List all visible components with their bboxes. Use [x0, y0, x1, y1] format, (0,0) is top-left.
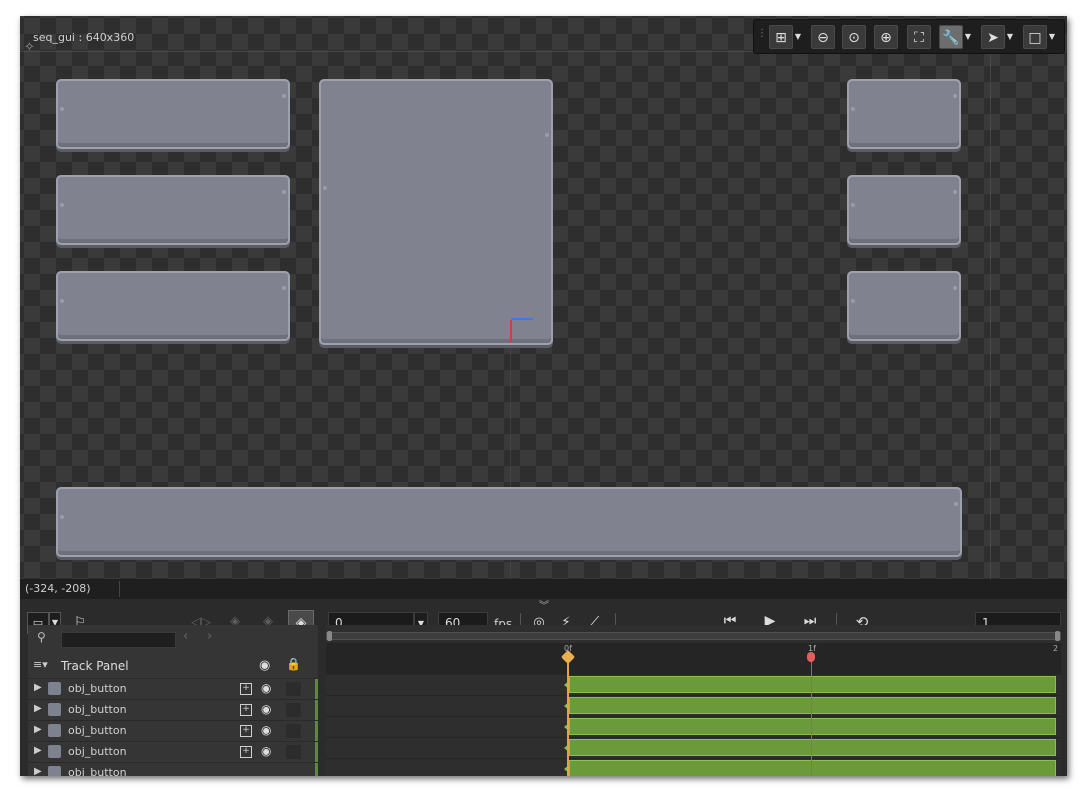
pointer-dropdown[interactable]: ▼ — [1005, 25, 1015, 49]
grid-icon[interactable]: ⊞ — [769, 25, 793, 49]
asset-clip[interactable] — [564, 676, 1056, 693]
sprite-thumbnail — [48, 703, 61, 716]
asset-clip[interactable] — [564, 697, 1056, 714]
timeline-row — [326, 674, 1061, 695]
track-row[interactable]: ▶ obj_button + ◉ — [28, 699, 318, 720]
track-color-bar — [315, 700, 318, 720]
gizmo-x-axis[interactable] — [511, 318, 533, 320]
gui-panel-wide[interactable] — [56, 487, 962, 557]
sprite-thumbnail — [48, 724, 61, 737]
timeline[interactable]: 0f 1f 2 — [326, 625, 1061, 776]
gui-panel-small[interactable] — [847, 79, 961, 149]
expand-arrow-icon[interactable]: ▶ — [34, 703, 42, 714]
track-row[interactable]: ▶ obj_button + ◉ — [28, 741, 318, 762]
expand-arrow-icon[interactable]: ▶ — [34, 682, 42, 693]
canvas-toolbar: ⋮ ⊞ ▼ ⊖ ⊙ ⊕ ⛶ 🔧 ▼ ➤ ▼ □ ▼ — [753, 19, 1065, 54]
track-color-bar — [315, 763, 318, 776]
gui-panel-tall[interactable] — [319, 79, 553, 345]
ide-window: ✧ seq_gui : 640x360 ⋮ ⊞ ▼ ⊖ ⊙ ⊕ ⛶ 🔧 ▼ ➤ … — [20, 16, 1067, 776]
track-row[interactable]: ▶ obj_button — [28, 762, 318, 776]
scroll-handle-left[interactable] — [327, 631, 332, 641]
fit-view-icon[interactable]: ⛶ — [907, 25, 931, 49]
track-name: obj_button — [68, 682, 127, 695]
track-row[interactable]: ▶ obj_button + ◉ — [28, 678, 318, 699]
track-visibility-icon[interactable]: ◉ — [261, 723, 271, 737]
track-lock-toggle[interactable] — [286, 724, 301, 738]
track-name: obj_button — [68, 745, 127, 758]
collapse-chevron-icon[interactable]: ︾ — [539, 597, 549, 612]
track-panel-header: ≡▾ Track Panel ◉ 🔒 — [28, 656, 318, 678]
track-visibility-icon[interactable]: ◉ — [261, 681, 271, 695]
expand-arrow-icon[interactable]: ▶ — [34, 766, 42, 776]
search-next-icon[interactable]: › — [207, 629, 212, 644]
wrench-dropdown[interactable]: ▼ — [963, 25, 973, 49]
track-lock-toggle[interactable] — [286, 745, 301, 759]
track-color-bar — [315, 742, 318, 762]
pointer-icon[interactable]: ➤ — [981, 25, 1005, 49]
timeline-row — [326, 737, 1061, 758]
timeline-ruler[interactable]: 0f 1f 2 — [326, 643, 1061, 674]
timeline-row — [326, 758, 1061, 776]
room-label: seq_gui : 640x360 — [33, 31, 135, 44]
tick-label: 2 — [1053, 644, 1059, 653]
toolbar-grip-icon[interactable]: ⋮ — [757, 28, 767, 39]
track-panel: ⚲ ‹ › ≡▾ Track Panel ◉ 🔒 ▶ obj_button + … — [28, 625, 318, 776]
expand-arrow-icon[interactable]: ▶ — [34, 724, 42, 735]
wrench-icon[interactable]: 🔧 — [939, 25, 963, 49]
track-row[interactable]: ▶ obj_button + ◉ — [28, 720, 318, 741]
sprite-thumbnail — [48, 682, 61, 695]
track-lock-toggle[interactable] — [286, 682, 301, 696]
grid-dropdown[interactable]: ▼ — [793, 25, 803, 49]
timeline-row — [326, 695, 1061, 716]
add-subtrack-icon[interactable]: + — [240, 704, 252, 716]
timeline-scrollbar[interactable] — [326, 631, 1061, 641]
sort-icon[interactable]: ≡▾ — [33, 658, 48, 671]
track-name: obj_button — [68, 724, 127, 737]
add-subtrack-icon[interactable]: + — [240, 746, 252, 758]
playhead[interactable] — [567, 653, 569, 776]
track-color-bar — [315, 721, 318, 741]
track-name: obj_button — [68, 703, 127, 716]
zoom-out-icon[interactable]: ⊖ — [811, 25, 835, 49]
track-lock-toggle[interactable] — [286, 703, 301, 717]
search-icon: ⚲ — [37, 630, 46, 644]
asset-clip[interactable] — [564, 739, 1056, 756]
end-marker[interactable] — [811, 653, 812, 776]
add-subtrack-icon[interactable]: + — [240, 725, 252, 737]
gizmo-y-axis[interactable] — [510, 320, 512, 342]
gui-panel[interactable] — [56, 175, 290, 245]
status-divider — [119, 581, 120, 597]
lock-icon[interactable]: 🔒 — [286, 657, 301, 671]
track-search-input[interactable] — [61, 632, 176, 648]
asset-clip[interactable] — [564, 760, 1056, 776]
sequence-editor: ︾ ▭ ▼ ⚐ ◁▷ ◈ ◈ ◈ 0 ▼ 60 fps ◎ ⚡ ⟋ ⏮ ▶ ⏭ … — [20, 599, 1067, 776]
zoom-reset-icon[interactable]: ⊙ — [842, 25, 866, 49]
sprite-thumbnail — [48, 766, 61, 776]
expand-arrow-icon[interactable]: ▶ — [34, 745, 42, 756]
track-name: obj_button — [68, 766, 127, 776]
cursor-coordinates: (-324, -208) — [25, 582, 91, 595]
track-visibility-icon[interactable]: ◉ — [261, 702, 271, 716]
add-subtrack-icon[interactable]: + — [240, 683, 252, 695]
room-guide-vertical — [990, 51, 991, 579]
gui-panel[interactable] — [56, 271, 290, 341]
visibility-eye-icon[interactable]: ◉ — [259, 658, 270, 673]
timeline-row — [326, 716, 1061, 737]
gui-panel-small[interactable] — [847, 175, 961, 245]
background-dropdown[interactable]: ▼ — [1047, 25, 1057, 49]
track-visibility-icon[interactable]: ◉ — [261, 744, 271, 758]
room-canvas[interactable]: ✧ seq_gui : 640x360 ⋮ ⊞ ▼ ⊖ ⊙ ⊕ ⛶ 🔧 ▼ ➤ … — [20, 16, 1067, 579]
background-color-icon[interactable]: □ — [1023, 25, 1047, 49]
sprite-thumbnail — [48, 745, 61, 758]
track-panel-title: Track Panel — [61, 659, 129, 673]
scroll-handle-right[interactable] — [1055, 631, 1060, 641]
gui-panel-small[interactable] — [847, 271, 961, 341]
zoom-in-icon[interactable]: ⊕ — [874, 25, 898, 49]
gui-panel[interactable] — [56, 79, 290, 149]
asset-clip[interactable] — [564, 718, 1056, 735]
search-prev-icon[interactable]: ‹ — [183, 629, 188, 644]
status-bar: (-324, -208) — [20, 579, 1067, 599]
end-marker-handle[interactable] — [807, 652, 815, 662]
track-color-bar — [315, 679, 318, 699]
